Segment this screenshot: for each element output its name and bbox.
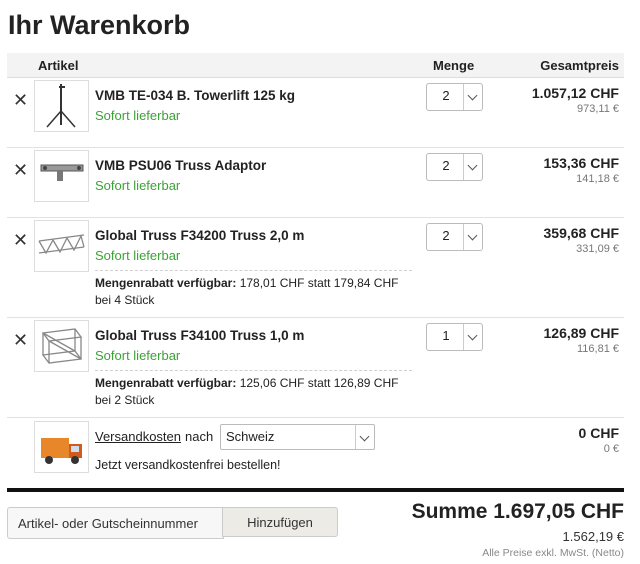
shipping-row: Versandkosten nach Schweiz Jetzt versand… (7, 418, 624, 478)
column-menge: Menge (433, 58, 475, 73)
availability-status: Sofort lieferbar (95, 348, 181, 363)
item-total-price: 1.057,12 CHF (531, 85, 619, 101)
column-gesamtpreis: Gesamtpreis (540, 58, 619, 73)
cart-row: ✕ VMB PSU06 Truss Adaptor Sofort lieferb… (7, 148, 624, 218)
divider (95, 370, 412, 371)
cart-net-total: 1.562,19 € (562, 529, 624, 544)
item-net-price: 116,81 € (576, 343, 619, 355)
quantity-select[interactable]: 1 (426, 323, 483, 351)
page-title: Ihr Warenkorb (8, 10, 191, 40)
shipping-nach-label: nach (185, 429, 214, 444)
availability-status: Sofort lieferbar (95, 248, 181, 263)
cart-row: ✕ Global Truss F34200 Truss 2,0 m Sofort… (7, 218, 624, 318)
item-total-price: 359,68 CHF (543, 225, 619, 241)
item-net-price: 331,09 € (576, 243, 619, 255)
shipping-net-price: 0 € (603, 443, 619, 455)
divider (95, 270, 412, 271)
discount-label: Mengenrabatt verfügbar: (95, 276, 237, 290)
cart-row: ✕ Global Truss F34100 Truss 1,0 m Sofort… (7, 318, 624, 418)
truss-1m-icon[interactable] (34, 320, 89, 372)
availability-status: Sofort lieferbar (95, 178, 181, 193)
towerlift-icon[interactable] (34, 80, 89, 132)
free-shipping-note: Jetzt versandkostenfrei bestellen! (95, 458, 281, 472)
shipping-country-select[interactable]: Schweiz (220, 424, 375, 450)
product-name[interactable]: Global Truss F34200 Truss 2,0 m (95, 228, 304, 243)
cart-total: Summe 1.697,05 CHF (411, 500, 624, 523)
truss-2m-icon[interactable] (34, 220, 89, 272)
chevron-down-icon (463, 154, 482, 180)
shipping-country-value: Schweiz (226, 429, 275, 444)
volume-discount-note: Mengenrabatt verfügbar: 178,01 CHF statt… (95, 275, 415, 309)
coupon-input[interactable]: Artikel- oder Gutscheinnummer (7, 507, 224, 539)
item-total-price: 126,89 CHF (543, 325, 619, 341)
summary-divider (7, 488, 624, 492)
cart-row: ✕ VMB TE-034 B. Towerlift 125 kg Sofort … (7, 78, 624, 148)
quantity-value: 2 (442, 228, 450, 243)
delivery-truck-icon (34, 421, 89, 473)
column-artikel: Artikel (38, 58, 79, 73)
discount-label: Mengenrabatt verfügbar: (95, 376, 237, 390)
coupon-placeholder: Artikel- oder Gutscheinnummer (18, 516, 198, 531)
quantity-value: 2 (442, 88, 450, 103)
vat-note: Alle Preise exkl. MwSt. (Netto) (482, 547, 624, 559)
product-name[interactable]: VMB TE-034 B. Towerlift 125 kg (95, 88, 295, 103)
remove-item-button[interactable]: ✕ (13, 161, 28, 179)
remove-item-button[interactable]: ✕ (13, 331, 28, 349)
chevron-down-icon (463, 224, 482, 250)
item-net-price: 973,11 € (576, 103, 619, 115)
product-name[interactable]: Global Truss F34100 Truss 1,0 m (95, 328, 304, 343)
product-name[interactable]: VMB PSU06 Truss Adaptor (95, 158, 266, 173)
quantity-select[interactable]: 2 (426, 223, 483, 251)
quantity-select[interactable]: 2 (426, 153, 483, 181)
remove-item-button[interactable]: ✕ (13, 231, 28, 249)
add-coupon-button[interactable]: Hinzufügen (222, 507, 338, 537)
volume-discount-note: Mengenrabatt verfügbar: 125,06 CHF statt… (95, 375, 415, 409)
item-total-price: 153,36 CHF (543, 155, 619, 171)
chevron-down-icon (463, 84, 482, 110)
shipping-costs-link[interactable]: Versandkosten (95, 429, 181, 444)
truss-adaptor-icon[interactable] (34, 150, 89, 202)
quantity-select[interactable]: 2 (426, 83, 483, 111)
item-net-price: 141,18 € (576, 173, 619, 185)
chevron-down-icon (355, 425, 374, 449)
chevron-down-icon (463, 324, 482, 350)
cart-table-header: Artikel Menge Gesamtpreis (7, 53, 624, 78)
remove-item-button[interactable]: ✕ (13, 91, 28, 109)
quantity-value: 1 (442, 328, 450, 343)
availability-status: Sofort lieferbar (95, 108, 181, 123)
shipping-price: 0 CHF (578, 425, 619, 441)
quantity-value: 2 (442, 158, 450, 173)
